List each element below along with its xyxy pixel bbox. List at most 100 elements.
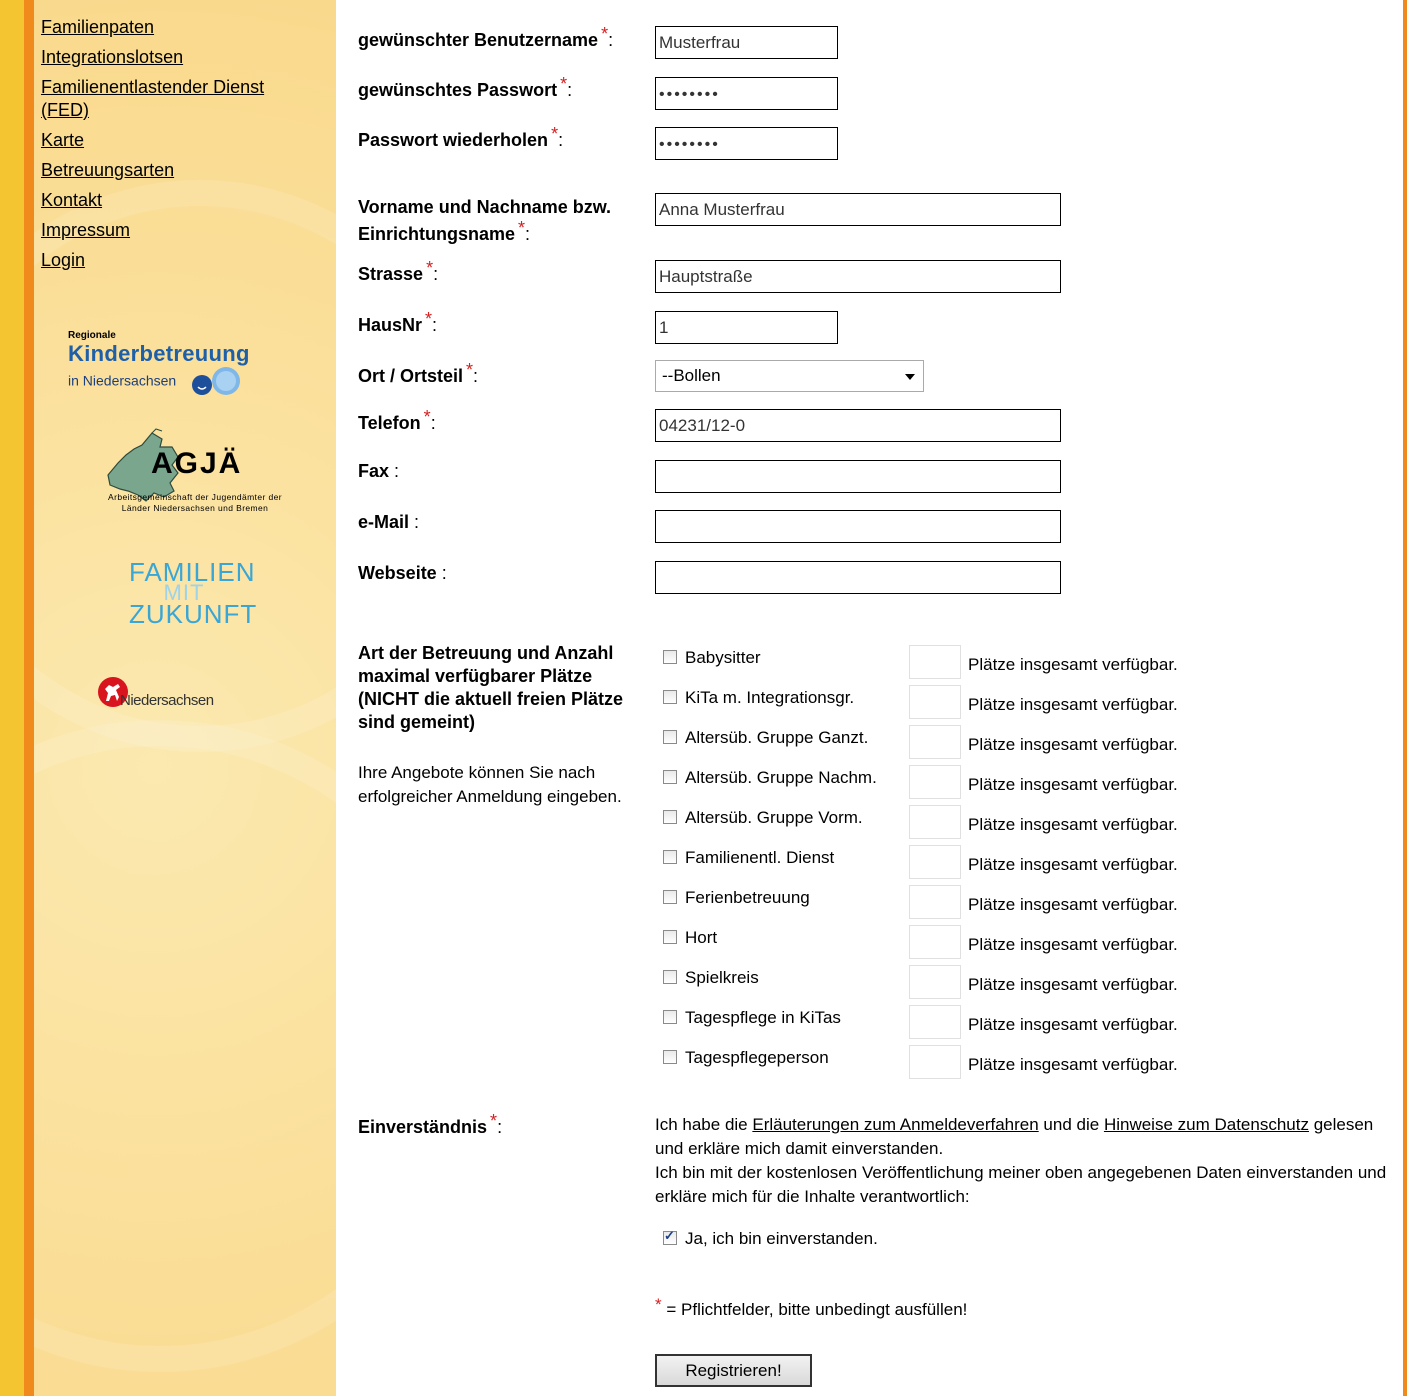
house-no-input[interactable] (655, 311, 838, 344)
sidebar: Familienpaten Integrationslotsen Familie… (34, 0, 336, 1396)
consent-text-4: Ich bin mit der kostenlosen Veröffentlic… (655, 1163, 1387, 1206)
city-select[interactable]: --Bollen (655, 360, 924, 392)
fmz-line-3: ZUKUNFT (129, 599, 258, 629)
fax-input[interactable] (655, 460, 1061, 493)
kinderbetreuung-logo-small: Regionale (68, 330, 116, 341)
care-type-label: Spielkreis (685, 968, 759, 987)
required-star: * (466, 360, 474, 380)
name-label-text: Vorname und Nachname bzw. Einrichtungsna… (358, 197, 612, 244)
label-colon: : (473, 366, 479, 386)
nav-item-karte[interactable]: Karte (41, 125, 286, 155)
password-label: gewünschtes Passwort *: (358, 74, 572, 101)
required-star: * (490, 1111, 498, 1131)
label-colon: : (430, 413, 436, 433)
consent-label: Einverständnis *: (358, 1111, 502, 1138)
name-input[interactable] (655, 193, 1061, 226)
nav-item-familienpaten[interactable]: Familienpaten (41, 12, 286, 42)
nav-item-kontakt[interactable]: Kontakt (41, 185, 286, 215)
consent-text: Ich habe die Erläuterungen zum Anmeldeve… (655, 1113, 1400, 1209)
required-star: * (423, 407, 431, 427)
required-star: * (560, 74, 568, 94)
care-places-input[interactable] (909, 645, 961, 679)
care-places-input[interactable] (909, 805, 961, 839)
username-label: gewünschter Benutzername *: (358, 24, 613, 51)
nav-item-integrationslotsen[interactable]: Integrationslotsen (41, 42, 286, 72)
website-label-text: Webseite (358, 563, 437, 583)
consent-text-1: Ich habe die (655, 1115, 753, 1134)
care-section-title: Art der Betreuung und Anzahl maximal ver… (358, 643, 624, 732)
consent-text-2: und die (1038, 1115, 1104, 1134)
password-repeat-label: Passwort wiederholen *: (358, 124, 563, 151)
consent-checkbox[interactable] (663, 1228, 677, 1245)
kinderbetreuung-logo-sub-text: in Niedersachsen (68, 372, 177, 389)
care-places-input[interactable] (909, 765, 961, 799)
care-type-label: Tagespflege in KiTas (685, 1008, 841, 1027)
kinderbetreuung-logo: Regionale Kinderbetreuung in Niedersachs… (68, 330, 298, 397)
right-border-line (1403, 0, 1407, 1396)
sidebar-nav: Familienpaten Integrationslotsen Familie… (41, 12, 286, 275)
sidebar-swirl-decoration (34, 720, 336, 1372)
care-places-text: Plätze insgesamt verfügbar. (968, 775, 1178, 794)
care-type-checkbox[interactable] (663, 970, 677, 984)
house-no-label-text: HausNr (358, 315, 423, 335)
website-input[interactable] (655, 561, 1061, 594)
nav-item-impressum[interactable]: Impressum (41, 215, 286, 245)
chevron-down-icon (905, 374, 915, 380)
street-label: Strasse *: (358, 258, 438, 285)
care-type-checkbox[interactable] (663, 770, 677, 784)
required-star: * (655, 1295, 662, 1314)
nav-item-fed[interactable]: Familienentlastender Dienst (FED) (41, 72, 286, 125)
care-places-input[interactable] (909, 685, 961, 719)
care-type-checkbox[interactable] (663, 650, 677, 664)
care-places-input[interactable] (909, 1045, 961, 1079)
care-type-checkbox[interactable] (663, 930, 677, 944)
care-places-text: Plätze insgesamt verfügbar. (968, 855, 1178, 874)
required-fields-note-text: = Pflichtfelder, bitte unbedingt ausfüll… (666, 1300, 968, 1319)
care-places-input[interactable] (909, 725, 961, 759)
username-input[interactable] (655, 26, 838, 59)
registration-info-link[interactable]: Erläuterungen zum Anmeldeverfahren (752, 1115, 1038, 1134)
street-input[interactable] (655, 260, 1061, 293)
label-colon: : (394, 461, 400, 481)
care-places-input[interactable] (909, 965, 961, 999)
phone-label-text: Telefon (358, 413, 421, 433)
care-type-checkbox[interactable] (663, 690, 677, 704)
password-repeat-input[interactable]: •••••••• (655, 127, 838, 160)
care-places-input[interactable] (909, 885, 961, 919)
nav-item-login[interactable]: Login (41, 245, 286, 275)
email-label: e-Mail : (358, 512, 419, 533)
agja-logo-text: AGJÄ (151, 447, 243, 480)
care-places-text: Plätze insgesamt verfügbar. (968, 655, 1178, 674)
care-type-checkbox[interactable] (663, 810, 677, 824)
care-type-checkbox[interactable] (663, 890, 677, 904)
required-star: * (426, 258, 434, 278)
website-label: Webseite : (358, 563, 447, 584)
care-type-checkbox[interactable] (663, 1010, 677, 1024)
nav-item-betreuungsarten[interactable]: Betreuungsarten (41, 155, 286, 185)
required-fields-note: * = Pflichtfelder, bitte unbedingt ausfü… (655, 1295, 968, 1320)
care-type-label: Ferienbetreuung (685, 888, 810, 907)
house-no-label: HausNr *: (358, 309, 437, 336)
care-places-text: Plätze insgesamt verfügbar. (968, 1015, 1178, 1034)
phone-input[interactable] (655, 409, 1061, 442)
password-label-text: gewünschtes Passwort (358, 80, 558, 100)
register-button[interactable]: Registrieren! (655, 1354, 812, 1387)
care-type-label: Altersüb. Gruppe Nachm. (685, 768, 877, 787)
care-places-input[interactable] (909, 925, 961, 959)
street-label-text: Strasse (358, 264, 424, 284)
care-type-label: Altersüb. Gruppe Vorm. (685, 808, 863, 827)
care-type-checkbox[interactable] (663, 1050, 677, 1064)
care-places-input[interactable] (909, 845, 961, 879)
care-places-input[interactable] (909, 1005, 961, 1039)
password-repeat-label-text: Passwort wiederholen (358, 130, 549, 150)
care-type-checkbox[interactable] (663, 730, 677, 744)
label-colon: : (525, 224, 531, 244)
email-input[interactable] (655, 510, 1061, 543)
care-type-checkbox[interactable] (663, 850, 677, 864)
password-input[interactable]: •••••••• (655, 77, 838, 110)
privacy-link[interactable]: Hinweise zum Datenschutz (1104, 1115, 1309, 1134)
care-type-label: Altersüb. Gruppe Ganzt. (685, 728, 869, 747)
niedersachsen-logo-text: Niedersachsen (120, 692, 214, 709)
care-type-label: Babysitter (685, 648, 761, 667)
kinderbetreuung-logo-title: Kinderbetreuung (68, 341, 250, 366)
